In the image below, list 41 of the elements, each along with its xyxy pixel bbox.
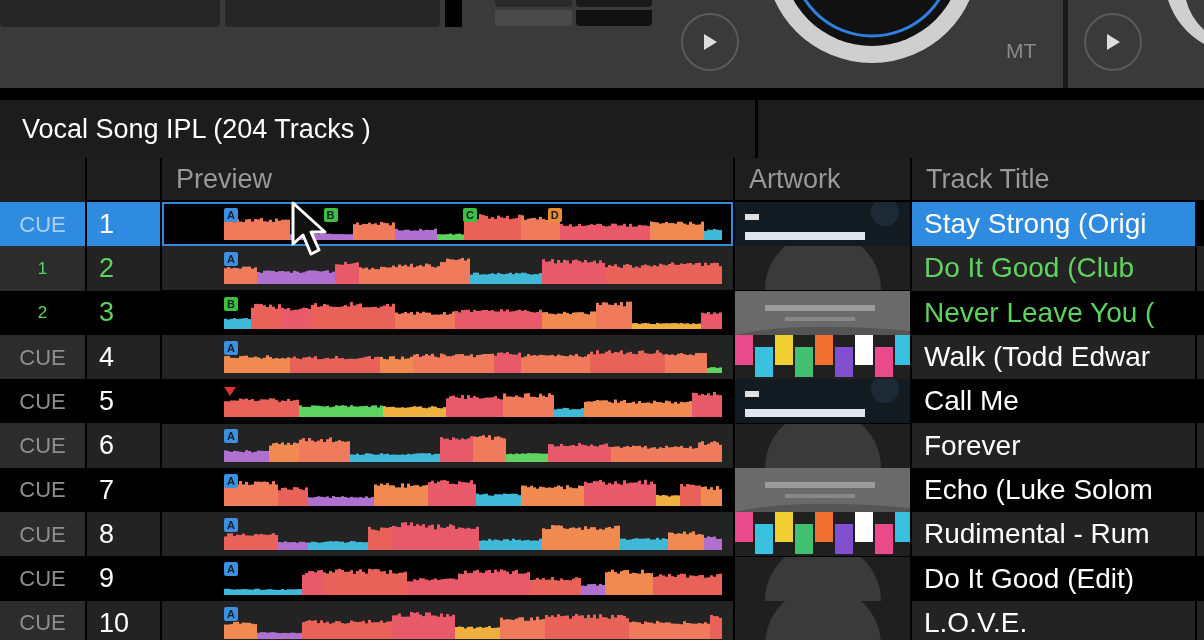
track-title: Do It Good (Club — [912, 246, 1204, 291]
artwork-placeholder-icon — [735, 246, 910, 291]
waveform-marker[interactable]: A — [224, 252, 238, 267]
track-title: Rudimental - Rum — [912, 512, 1204, 557]
artwork-placeholder-icon — [735, 600, 910, 640]
track-title: Forever — [912, 423, 1204, 468]
track-title: Walk (Todd Edwar — [912, 334, 1204, 380]
mode-label[interactable]: MT — [1006, 35, 1037, 67]
playlist-title: Vocal Song IPL (204 Tracks ) — [0, 100, 755, 158]
play-button[interactable] — [1084, 13, 1142, 71]
cue-cell[interactable]: CUE — [0, 334, 85, 380]
waveform-marker[interactable]: A — [224, 208, 238, 222]
triangle-marker-icon[interactable] — [224, 387, 236, 397]
cue-cell[interactable]: CUE — [0, 600, 85, 640]
play-icon — [703, 34, 717, 50]
column-header[interactable] — [87, 158, 160, 201]
column-header[interactable]: Artwork — [735, 158, 910, 201]
waveform-marker[interactable]: C — [463, 208, 478, 222]
cue-cell[interactable]: 1 — [0, 246, 85, 291]
waveform-marker[interactable]: A — [224, 429, 238, 444]
column-header[interactable]: Track Title — [912, 158, 1204, 201]
column-header[interactable]: Preview — [162, 158, 733, 201]
cue-cell[interactable]: CUE — [0, 512, 85, 557]
track-number: 6 — [87, 423, 160, 468]
pad-button[interactable] — [576, 0, 652, 7]
waveform-marker[interactable]: A — [224, 562, 238, 577]
artwork-placeholder-icon — [735, 423, 910, 468]
artwork-placeholder-icon — [735, 556, 910, 601]
waveform-marker[interactable]: A — [224, 518, 238, 533]
play-icon — [1106, 34, 1120, 50]
play-button[interactable] — [681, 13, 739, 71]
cue-cell[interactable]: CUE — [0, 423, 85, 468]
track-number: 2 — [87, 246, 160, 291]
column-header[interactable] — [0, 158, 85, 201]
display-slot — [445, 0, 462, 27]
track-number: 8 — [87, 512, 160, 557]
track-number: 1 — [87, 202, 160, 247]
track-number: 4 — [87, 334, 160, 380]
pad-button[interactable] — [576, 10, 652, 26]
track-title: L.O.V.E. — [912, 600, 1204, 640]
track-number: 10 — [87, 600, 160, 640]
